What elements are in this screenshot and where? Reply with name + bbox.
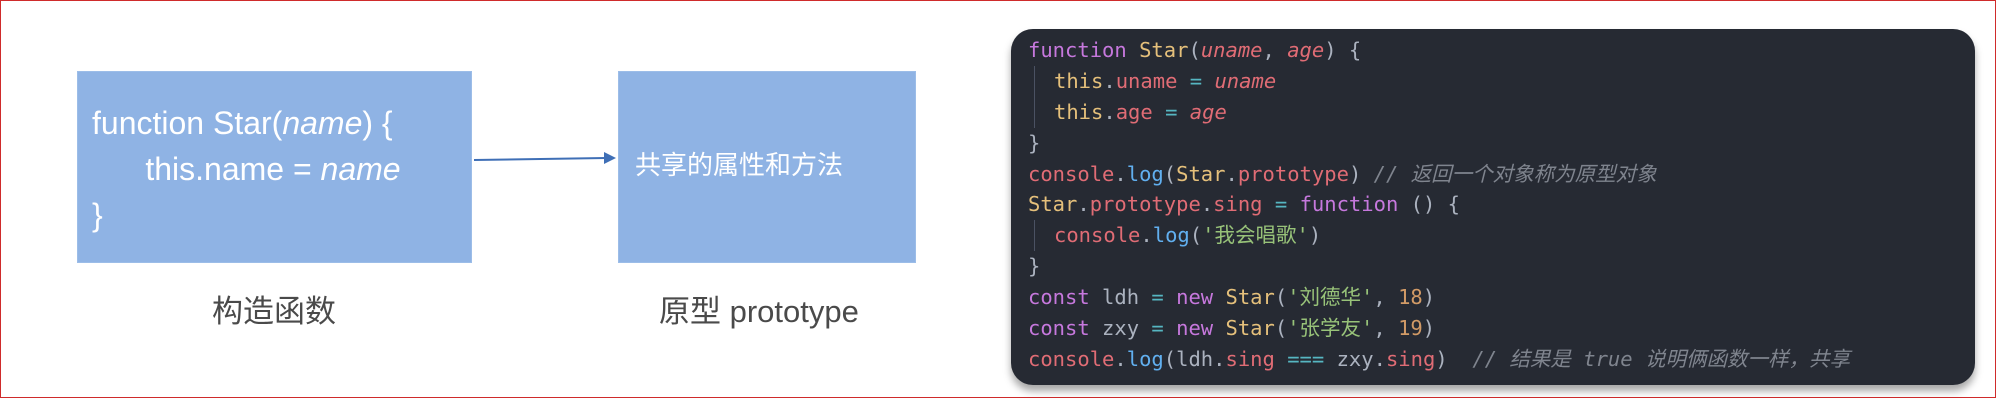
code-token: (: [1274, 285, 1288, 310]
code-token: (: [1163, 346, 1177, 371]
code-token: Star: [1176, 161, 1226, 186]
code-token: }: [1028, 130, 1041, 155]
code-token: Star: [1028, 192, 1078, 217]
code-token: .: [1373, 346, 1386, 371]
code-token: Star: [1225, 285, 1275, 310]
code-token: '我会唱歌': [1202, 223, 1309, 248]
code-token: ===: [1274, 346, 1337, 371]
code-line-7: console.log('我会唱歌'): [1028, 220, 1850, 252]
constructor-caption: 构造函数: [212, 294, 336, 329]
code-token: Star: [1225, 316, 1275, 341]
code-token: prototype: [1089, 192, 1201, 217]
code-token: const: [1028, 316, 1090, 341]
code-line-4: }: [1028, 128, 1850, 159]
code-token: age: [1287, 38, 1325, 62]
code-token: '张学友': [1287, 316, 1374, 341]
code-line-10: const zxy = new Star('张学友', 19): [1028, 313, 1850, 344]
code-token: ): [1435, 346, 1473, 371]
code-token: console: [1028, 161, 1115, 186]
code-token: (: [1188, 38, 1201, 62]
code-panel: function Star(uname, age) {this.uname = …: [1011, 29, 1975, 385]
code-token: log: [1126, 346, 1164, 371]
code-token: sing: [1213, 192, 1263, 217]
code-token: .: [1213, 346, 1226, 371]
code-line-5: console.log(Star.prototype) // 返回一个对象称为原…: [1028, 159, 1850, 190]
code-token: sing: [1385, 346, 1436, 371]
code-token: age: [1115, 99, 1153, 124]
code-token: this: [1054, 68, 1104, 93]
prototype-box: 共享的属性和方法: [618, 71, 916, 263]
code-token: Star: [1139, 38, 1189, 62]
code-token: console: [1028, 346, 1115, 371]
code-token: ldh: [1089, 285, 1140, 310]
code-token: ,: [1262, 38, 1288, 62]
code-line-2: this.uname = uname: [1028, 65, 1850, 97]
prototype-text: 共享的属性和方法: [635, 150, 844, 180]
code-lines: function Star(uname, age) {this.uname = …: [1028, 35, 1850, 375]
prototype-caption: 原型 prototype: [659, 294, 859, 329]
code-token: () {: [1398, 192, 1461, 217]
code-token: // 结果是 true 说明俩函数一样，共享: [1472, 346, 1850, 371]
code-token: =: [1262, 192, 1300, 217]
code-token: ): [1308, 223, 1322, 248]
code-token: const: [1028, 285, 1090, 310]
code-token: .: [1225, 161, 1238, 186]
code-token: age: [1189, 99, 1227, 124]
code-line-3: this.age = age: [1028, 96, 1850, 128]
code-token: // 返回一个对象称为原型对象: [1373, 161, 1657, 186]
code-token: =: [1152, 99, 1190, 124]
code-line-1: function Star(uname, age) {: [1028, 35, 1850, 66]
code-line-6: Star.prototype.sing = function () {: [1028, 189, 1850, 220]
code-token: (: [1163, 161, 1177, 186]
code-token: new: [1176, 285, 1214, 310]
code-token: (: [1274, 316, 1288, 341]
code-token: new: [1176, 316, 1214, 341]
code-token: 19: [1398, 316, 1423, 341]
code-token: ,: [1373, 285, 1399, 310]
arrow-line: [473, 157, 607, 161]
code-token: this: [1054, 99, 1104, 124]
code-token: ,: [1373, 316, 1399, 341]
code-token: .: [1114, 346, 1127, 371]
code-token: ) {: [1324, 38, 1362, 62]
code-line-8: }: [1028, 251, 1850, 282]
code-token: '刘德华': [1287, 285, 1374, 310]
code-token: zxy: [1336, 346, 1374, 371]
code-token: =: [1177, 68, 1215, 93]
code-token: log: [1152, 223, 1190, 248]
code-line-11: console.log(ldh.sing === zxy.sing) // 结果…: [1028, 344, 1850, 375]
code-token: .: [1103, 99, 1116, 124]
code-token: =: [1139, 285, 1177, 310]
arrow-head: [604, 152, 616, 164]
code-token: .: [1077, 192, 1090, 217]
code-token: .: [1140, 223, 1153, 248]
code-token: .: [1114, 161, 1127, 186]
code-token: console: [1054, 223, 1141, 248]
code-token: function: [1299, 192, 1399, 217]
code-token: uname: [1115, 68, 1178, 93]
code-token: 18: [1398, 285, 1423, 310]
code-token: ): [1422, 285, 1436, 310]
code-token: ): [1348, 161, 1374, 186]
code-token: .: [1103, 68, 1116, 93]
code-token: (: [1189, 223, 1203, 248]
code-token: uname: [1214, 68, 1277, 93]
code-token: prototype: [1237, 161, 1349, 186]
code-token: ldh: [1176, 346, 1214, 371]
code-token: =: [1139, 316, 1177, 341]
code-token: .: [1200, 192, 1214, 217]
code-token: zxy: [1089, 316, 1140, 341]
code-token: ): [1422, 316, 1436, 341]
code-token: uname: [1200, 38, 1263, 62]
code-token: log: [1126, 161, 1164, 186]
code-token: function: [1028, 38, 1127, 62]
code-token: }: [1028, 254, 1041, 279]
code-token: sing: [1225, 346, 1275, 371]
code-line-9: const ldh = new Star('刘德华', 18): [1028, 282, 1850, 313]
